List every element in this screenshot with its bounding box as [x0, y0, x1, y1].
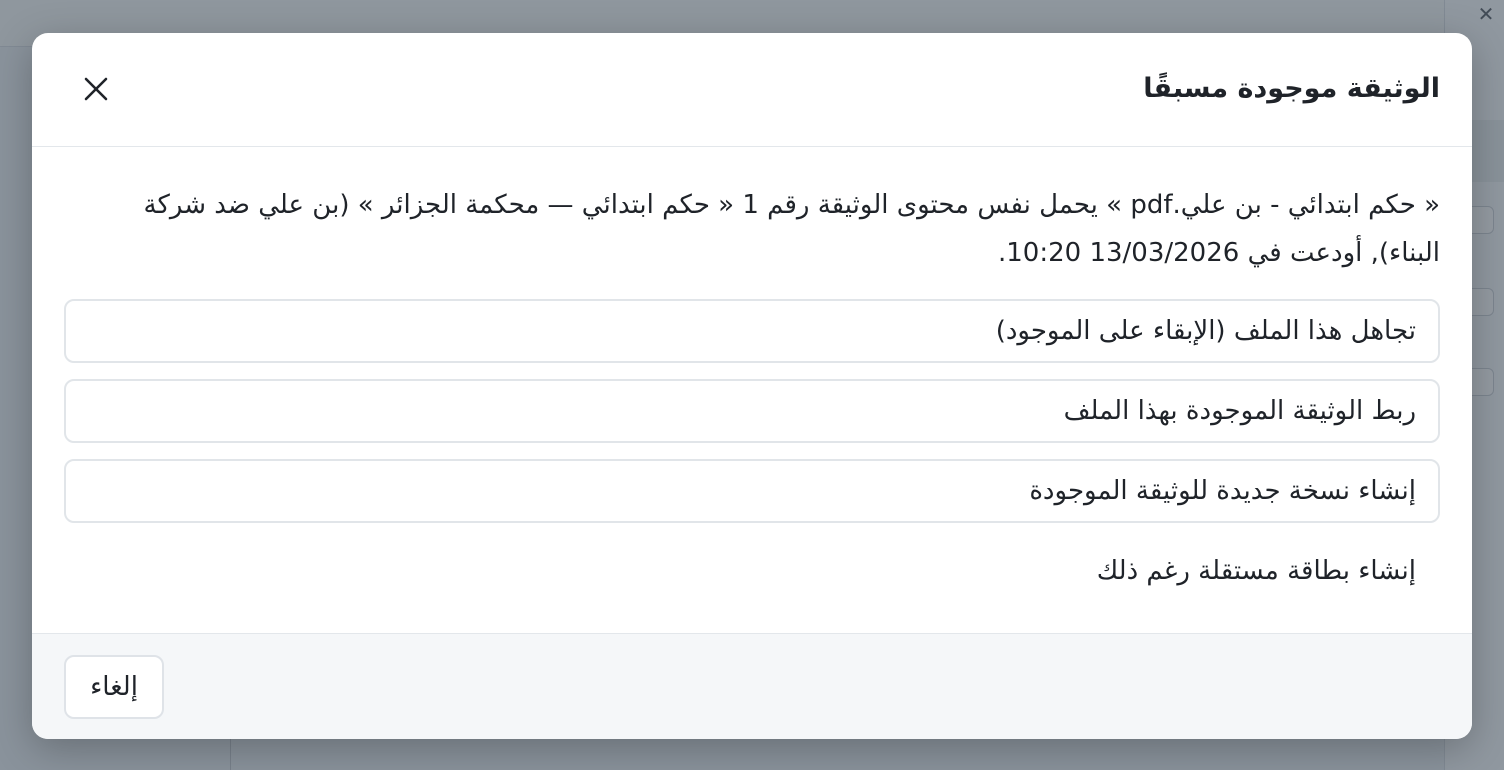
cancel-button[interactable]: إلغاء [64, 655, 164, 719]
ignore-file-option[interactable]: تجاهل هذا الملف (الإبقاء على الموجود) [64, 299, 1440, 363]
link-existing-option[interactable]: ربط الوثيقة الموجودة بهذا الملف [64, 379, 1440, 443]
close-button[interactable] [76, 69, 116, 109]
dialog-header: الوثيقة موجودة مسبقًا [32, 33, 1472, 147]
dialog-title: الوثيقة موجودة مسبقًا [1143, 73, 1440, 104]
options-list: تجاهل هذا الملف (الإبقاء على الموجود) رب… [64, 299, 1440, 603]
duplicate-message: « حكم ابتدائي - بن علي.pdf » يحمل نفس مح… [64, 181, 1440, 277]
create-separate-card-option[interactable]: إنشاء بطاقة مستقلة رغم ذلك [64, 539, 1440, 603]
dialog-footer: إلغاء [32, 633, 1472, 739]
new-version-option[interactable]: إنشاء نسخة جديدة للوثيقة الموجودة [64, 459, 1440, 523]
duplicate-document-dialog: الوثيقة موجودة مسبقًا « حكم ابتدائي - بن… [32, 33, 1472, 739]
dialog-body: « حكم ابتدائي - بن علي.pdf » يحمل نفس مح… [64, 181, 1440, 619]
message-line-2: البناء), أودعت في 13/03/2026 10:20. [997, 238, 1440, 268]
message-line-1: « حكم ابتدائي - بن علي.pdf » يحمل نفس مح… [143, 190, 1440, 220]
close-icon [84, 77, 108, 101]
